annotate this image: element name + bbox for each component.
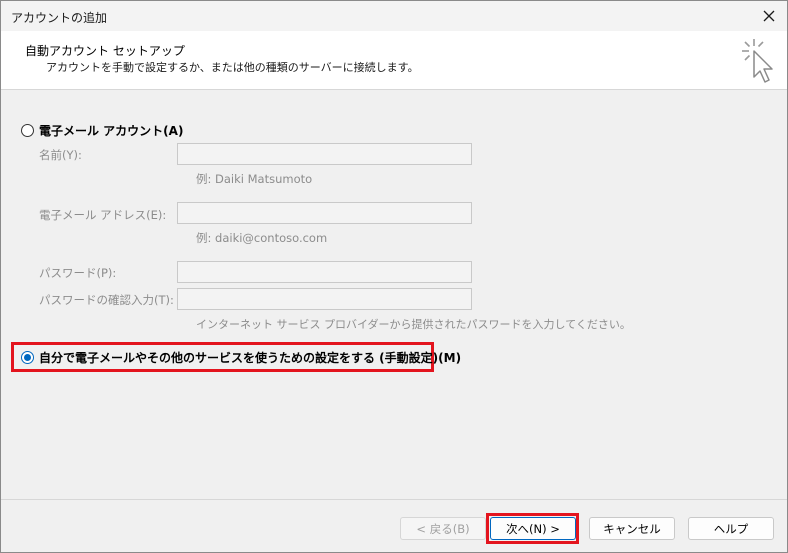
- email-account-radio[interactable]: 電子メール アカウント(A): [21, 122, 183, 139]
- header-title: 自動アカウント セットアップ: [25, 44, 185, 58]
- email-example: 例: daiki@contoso.com: [196, 231, 328, 245]
- manual-setup-label: 自分で電子メールやその他のサービスを使うための設定をする (手動設定)(M): [39, 351, 462, 365]
- name-label: 名前(Y):: [39, 148, 82, 162]
- wizard-cursor-icon: [742, 39, 773, 83]
- password-confirm-label: パスワードの確認入力(T):: [39, 293, 174, 307]
- footer-divider: [1, 499, 787, 500]
- password-label: パスワード(P):: [39, 266, 117, 280]
- window-title: アカウントの追加: [11, 11, 108, 25]
- title-bar: アカウントの追加: [1, 1, 787, 31]
- header-divider: [1, 89, 787, 90]
- name-input[interactable]: [177, 143, 472, 165]
- email-account-label: 電子メール アカウント(A): [39, 124, 184, 138]
- email-input[interactable]: [177, 202, 472, 224]
- header-description: アカウントを手動で設定するか、または他の種類のサーバーに接続します。: [46, 61, 419, 74]
- password-hint: インターネット サービス プロバイダーから提供されたパスワードを入力してください…: [196, 318, 631, 331]
- email-label: 電子メール アドレス(E):: [39, 208, 167, 222]
- name-example: 例: Daiki Matsumoto: [196, 172, 313, 186]
- next-button[interactable]: 次へ(N) >: [490, 517, 576, 540]
- close-button[interactable]: [757, 4, 781, 28]
- manual-setup-radio[interactable]: 自分で電子メールやその他のサービスを使うための設定をする (手動設定)(M): [21, 349, 461, 366]
- help-button[interactable]: ヘルプ: [688, 517, 774, 540]
- back-button[interactable]: < 戻る(B): [400, 517, 486, 540]
- add-account-dialog: アカウントの追加 自動アカウント セットアップ アカウントを手動で設定するか、ま…: [0, 0, 788, 553]
- password-confirm-input[interactable]: [177, 288, 472, 310]
- password-input[interactable]: [177, 261, 472, 283]
- wizard-header: 自動アカウント セットアップ アカウントを手動で設定するか、または他の種類のサー…: [1, 31, 787, 89]
- cancel-button[interactable]: キャンセル: [589, 517, 675, 540]
- radio-circle: [21, 124, 34, 137]
- radio-circle-selected: [21, 351, 34, 364]
- close-icon: [763, 10, 775, 22]
